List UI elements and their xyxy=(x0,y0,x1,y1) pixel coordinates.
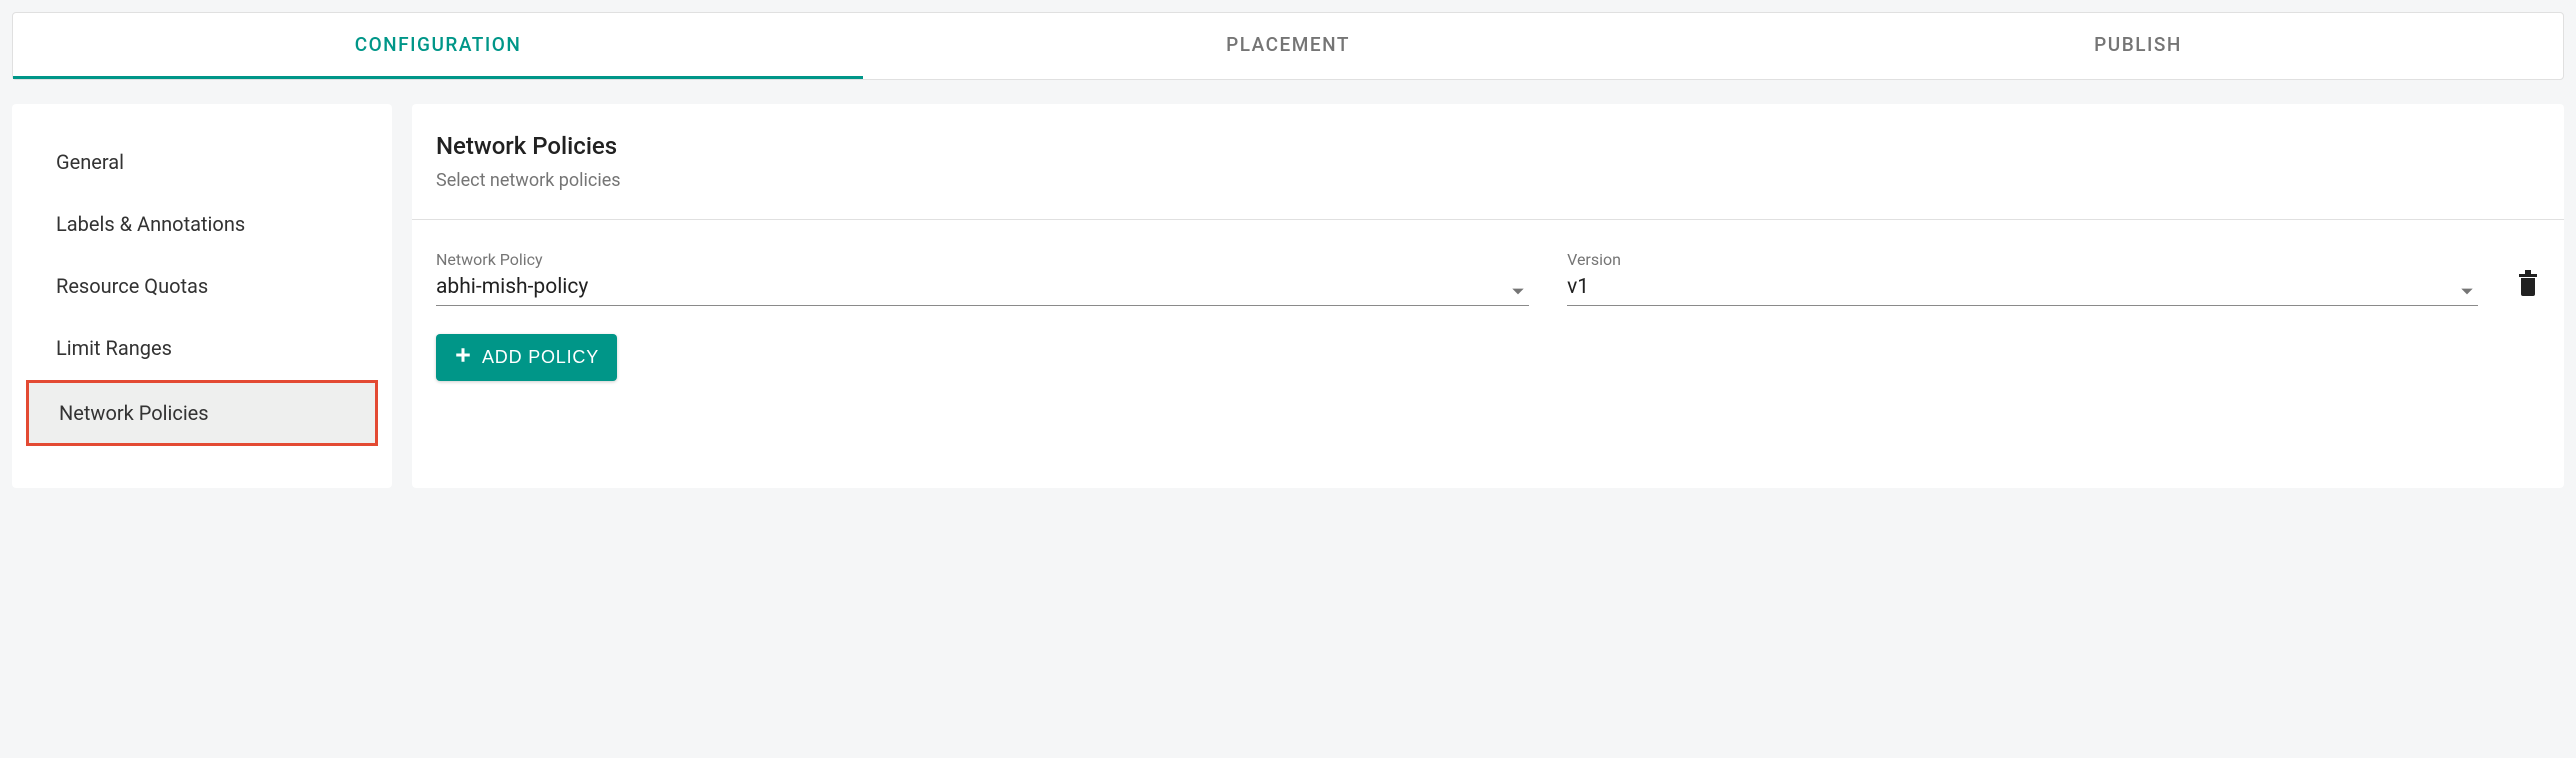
sidebar-item-label: Limit Ranges xyxy=(56,336,172,360)
sidebar-item-label: Resource Quotas xyxy=(56,274,208,298)
policy-row: Network Policy abhi-mish-policy Version … xyxy=(436,250,2540,306)
plus-icon xyxy=(454,346,472,369)
network-policy-field: Network Policy abhi-mish-policy xyxy=(436,250,1529,306)
field-label: Version xyxy=(1567,250,2478,269)
sidebar-item-general[interactable]: General xyxy=(26,132,378,192)
field-label: Network Policy xyxy=(436,250,1529,269)
panel-title: Network Policies xyxy=(436,132,2540,160)
button-label: ADD POLICY xyxy=(482,347,599,368)
content-area: General Labels & Annotations Resource Qu… xyxy=(0,92,2576,500)
tab-publish[interactable]: PUBLISH xyxy=(1713,13,2563,79)
delete-policy-button[interactable] xyxy=(2516,268,2540,306)
network-policy-select[interactable]: abhi-mish-policy xyxy=(436,275,1529,306)
select-value: abhi-mish-policy xyxy=(436,275,588,299)
add-policy-button[interactable]: ADD POLICY xyxy=(436,334,617,381)
tab-configuration[interactable]: CONFIGURATION xyxy=(13,13,863,79)
panel-subtitle: Select network policies xyxy=(436,170,2540,191)
sidebar-item-label: Labels & Annotations xyxy=(56,212,245,236)
select-value: v1 xyxy=(1567,275,1589,299)
sidebar-item-resource-quotas[interactable]: Resource Quotas xyxy=(26,256,378,316)
sidebar-item-limit-ranges[interactable]: Limit Ranges xyxy=(26,318,378,378)
chevron-down-icon xyxy=(2460,281,2474,300)
sidebar-item-label: Network Policies xyxy=(59,401,209,425)
version-field: Version v1 xyxy=(1567,250,2478,306)
main-panel: Network Policies Select network policies… xyxy=(412,104,2564,488)
sidebar-item-network-policies[interactable]: Network Policies xyxy=(26,380,378,446)
divider xyxy=(412,219,2564,220)
sidebar-item-label: General xyxy=(56,150,124,174)
top-tabs: CONFIGURATION PLACEMENT PUBLISH xyxy=(12,12,2564,80)
version-select[interactable]: v1 xyxy=(1567,275,2478,306)
sidebar: General Labels & Annotations Resource Qu… xyxy=(12,104,392,488)
trash-icon xyxy=(2516,281,2540,300)
tab-placement[interactable]: PLACEMENT xyxy=(863,13,1713,79)
sidebar-item-labels-annotations[interactable]: Labels & Annotations xyxy=(26,194,378,254)
chevron-down-icon xyxy=(1511,281,1525,300)
